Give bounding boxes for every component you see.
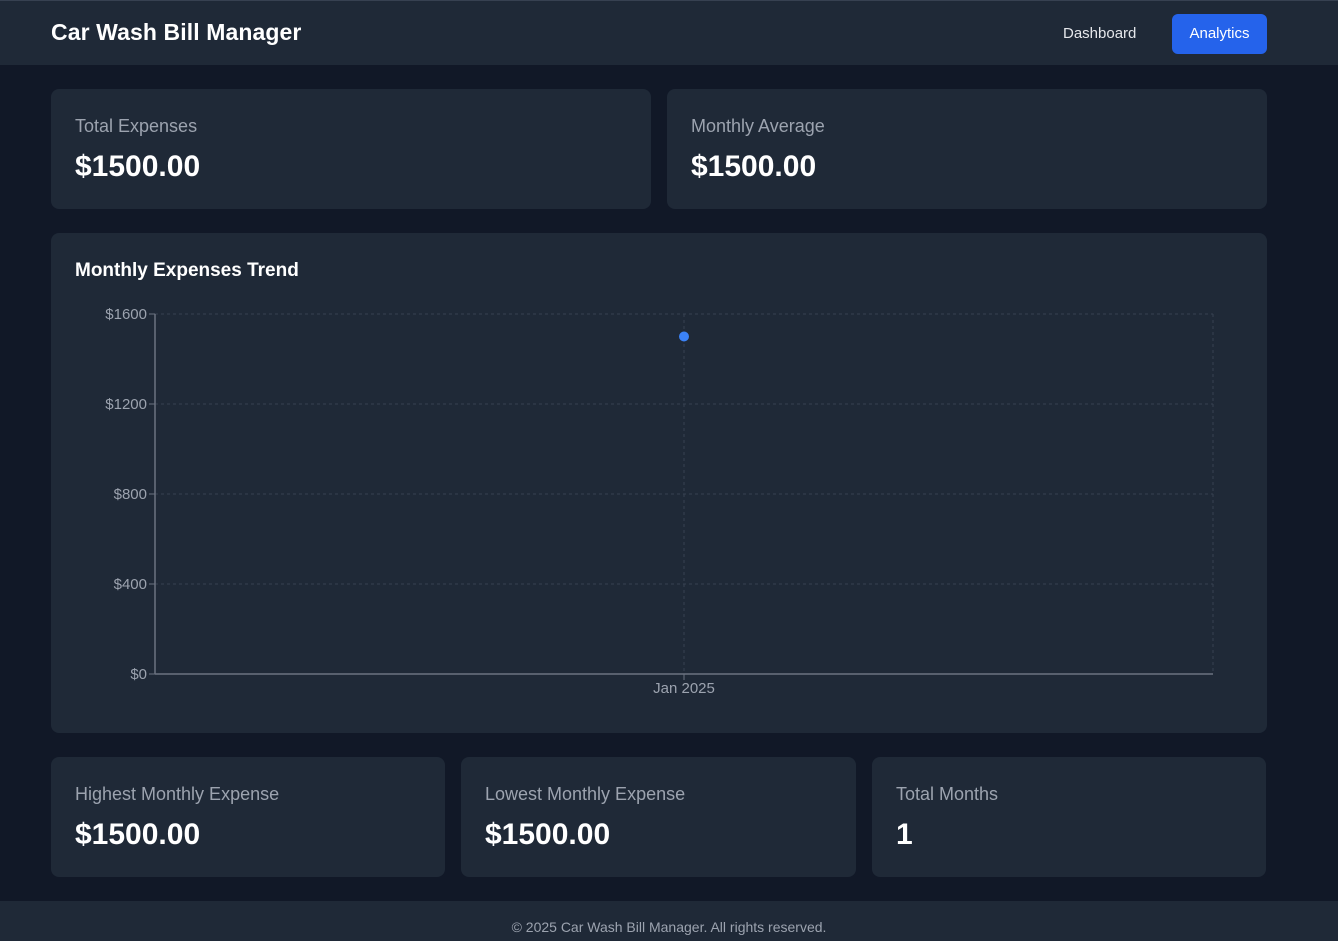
footer-copyright: © 2025 Car Wash Bill Manager. All rights… <box>511 919 827 935</box>
monthly-trend-chart: $0 $400 $800 $1200 $1600 Jan 2025 <box>105 306 1214 697</box>
monthly-average-value: $1500.00 <box>691 150 817 183</box>
y-axis-tick-label: $0 <box>130 666 147 683</box>
total-expenses-label: Total Expenses <box>75 116 198 136</box>
total-months-label: Total Months <box>896 784 999 804</box>
y-axis-tick-label: $800 <box>114 486 147 503</box>
y-axis-tick-label: $400 <box>114 576 147 593</box>
highest-expense-value: $1500.00 <box>75 818 201 851</box>
y-axis-tick-label: $1200 <box>105 396 147 413</box>
highest-expense-card: Highest Monthly Expense $1500.00 <box>51 757 445 877</box>
total-expenses-card: Total Expenses $1500.00 <box>51 89 651 209</box>
total-months-card: Total Months 1 <box>872 757 1266 877</box>
monthly-trend-chart-card: $0 $400 $800 $1200 $1600 Jan 2025 Monthly Exp… <box>51 233 1267 733</box>
total-expenses-value: $1500.00 <box>75 150 201 183</box>
top-navbar: Car Wash Bill Manager Dashboard Analytic… <box>0 0 1338 65</box>
lowest-expense-card: Lowest Monthly Expense $1500.00 <box>461 757 856 877</box>
footer: © 2025 Car Wash Bill Manager. All rights… <box>0 901 1338 941</box>
total-months-value: 1 <box>896 818 913 851</box>
monthly-average-card: Monthly Average $1500.00 <box>667 89 1267 209</box>
app-title: Car Wash Bill Manager <box>51 19 302 45</box>
highest-expense-label: Highest Monthly Expense <box>75 784 280 804</box>
lowest-expense-value: $1500.00 <box>485 818 611 851</box>
data-point <box>679 331 689 342</box>
monthly-average-label: Monthly Average <box>691 116 825 136</box>
y-axis-tick-label: $1600 <box>105 306 147 323</box>
chart-title: Monthly Expenses Trend <box>75 260 299 281</box>
nav-analytics-button[interactable]: Analytics <box>1172 14 1267 54</box>
lowest-expense-label: Lowest Monthly Expense <box>485 784 686 804</box>
x-axis-tick-label: Jan 2025 <box>653 680 715 697</box>
nav-dashboard-link[interactable]: Dashboard <box>1047 14 1152 54</box>
